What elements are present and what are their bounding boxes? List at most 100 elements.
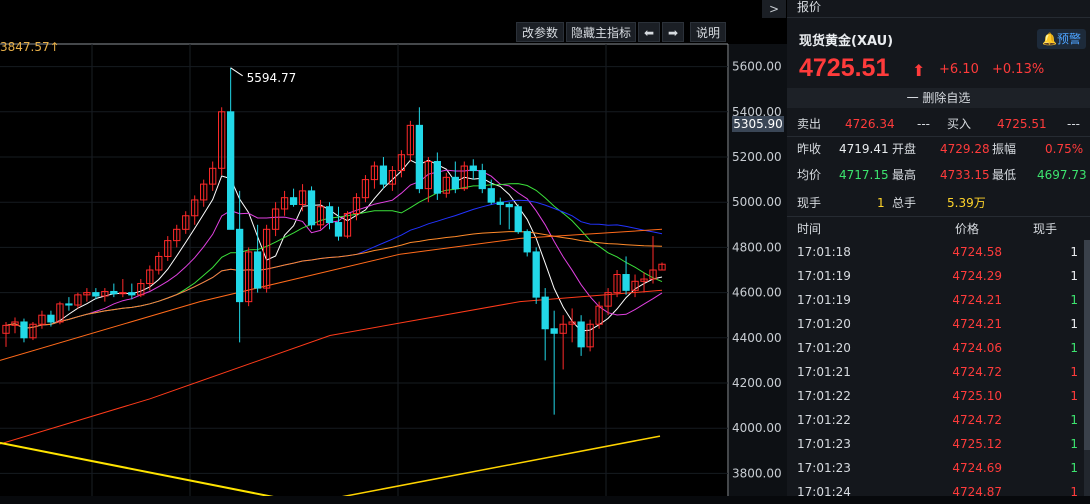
- candlestick-chart[interactable]: 5600.005400.005200.005000.004800.004600.…: [0, 0, 787, 496]
- last-price: 4725.51: [799, 54, 890, 82]
- low-label: 最低: [992, 168, 1017, 182]
- tick-row: 17:01:23 4724.69 1: [787, 456, 1082, 480]
- up-arrow-icon: ⬆: [912, 61, 926, 80]
- tick-time: 17:01:18: [797, 245, 851, 259]
- scrollbar[interactable]: [1084, 240, 1090, 496]
- chevron-right-icon[interactable]: >: [762, 0, 786, 18]
- tick-price: 4724.21: [952, 293, 1002, 307]
- candle-down: [415, 124, 424, 190]
- tick-row: 17:01:18 4724.58 1: [787, 240, 1082, 264]
- current-volume-value: 1: [877, 196, 885, 210]
- ma5-line: [5, 159, 663, 332]
- tick-price: 4724.72: [952, 365, 1002, 379]
- candle-down: [379, 165, 388, 185]
- avg-value: 4717.15: [839, 168, 889, 182]
- candle-down: [451, 176, 459, 190]
- divider: [787, 17, 1090, 18]
- yellow-long-line: [0, 441, 274, 496]
- tick-time: 17:01:19: [797, 293, 851, 307]
- tick-time: 17:01:24: [797, 485, 851, 499]
- tick-volume: 1: [1070, 413, 1078, 427]
- prev-close-label: 昨收: [797, 142, 822, 156]
- col-price: 价格: [955, 222, 980, 236]
- tick-volume: 1: [1070, 461, 1078, 475]
- candle-down: [227, 111, 235, 230]
- sell-label: 卖出: [797, 117, 822, 131]
- tick-row: 17:01:22 4724.72 1: [787, 408, 1082, 432]
- candle-down: [550, 328, 558, 334]
- candle-down: [334, 222, 343, 237]
- divider: [787, 216, 1090, 217]
- col-volume: 现手: [1033, 222, 1058, 236]
- right-arrow-icon[interactable]: ➡: [662, 22, 684, 42]
- tick-time: 17:01:19: [797, 269, 851, 283]
- candle-down: [128, 292, 136, 296]
- candle-down: [20, 321, 28, 339]
- ma20-line: [5, 183, 663, 329]
- tick-volume: 1: [1070, 317, 1078, 331]
- tick-row: 17:01:20 4724.06 1: [787, 336, 1082, 360]
- hide-indicator-button[interactable]: 隐藏主指标: [566, 22, 636, 42]
- tick-volume: 1: [1070, 389, 1078, 403]
- stats-row-2: 均价 4717.15 最高 4733.15 最低 4697.73: [787, 164, 1090, 186]
- ma10-line: [5, 169, 663, 329]
- candle-down: [47, 314, 55, 323]
- candle-down: [541, 296, 549, 330]
- tick-volume: 1: [1070, 365, 1078, 379]
- tick-time: 17:01:20: [797, 341, 851, 355]
- tick-price: 4725.12: [952, 437, 1002, 451]
- tick-volume: 1: [1070, 245, 1078, 259]
- y-tick-label: 5200.00: [732, 150, 782, 164]
- y-tick-label: 3800.00: [732, 466, 782, 480]
- chart-toolbar: 改参数 隐藏主指标 ⬅ ➡ 说明: [0, 20, 728, 42]
- alert-label: 预警: [1056, 32, 1081, 46]
- candle-down: [110, 290, 118, 295]
- chart-area[interactable]: 5600.00 5400.00 5200.00 5000.00 4800.00 4600.…: [0, 0, 787, 496]
- tick-time: 17:01:21: [797, 365, 851, 379]
- col-time: 时间: [797, 222, 822, 236]
- candle-down: [307, 190, 316, 226]
- tab-quote[interactable]: 报价: [797, 0, 821, 15]
- buy-extra: ---: [1067, 117, 1080, 131]
- bell-icon: 🔔: [1042, 32, 1057, 46]
- price-change-pct: +0.13%: [992, 62, 1045, 77]
- low-value: 4697.73: [1037, 168, 1087, 182]
- left-arrow-icon[interactable]: ⬅: [638, 22, 660, 42]
- candle-down: [622, 274, 630, 291]
- tick-row: 17:01:21 4724.72 1: [787, 360, 1082, 384]
- open-label: 开盘: [892, 142, 917, 156]
- candle-down: [487, 188, 495, 203]
- sell-extra: ---: [917, 117, 930, 131]
- candle-down: [253, 251, 262, 289]
- tick-price: 4725.10: [952, 389, 1002, 403]
- scroll-thumb[interactable]: [1084, 240, 1090, 450]
- tick-volume: 1: [1070, 341, 1078, 355]
- divider: [787, 136, 1090, 137]
- explain-button[interactable]: 说明: [690, 22, 726, 42]
- peak-pointer: [230, 67, 243, 77]
- sell-value: 4726.34: [845, 117, 895, 131]
- tick-volume: 1: [1070, 269, 1078, 283]
- current-price-tag: 5305.90: [732, 116, 784, 132]
- chart-low-label: 3847.57↑: [0, 40, 60, 54]
- total-volume-value: 5.39万: [947, 196, 986, 210]
- yellow-long-line-2: [341, 435, 661, 496]
- amplitude-label: 振幅: [992, 142, 1017, 156]
- price-change: +6.10: [939, 62, 979, 77]
- avg-label: 均价: [797, 168, 822, 182]
- tick-row: 17:01:22 4725.10 1: [787, 384, 1082, 408]
- quote-panel: 报价 现货黄金(XAU) 🔔预警 4725.51 ⬆ +6.10 +0.13% …: [787, 0, 1090, 499]
- modify-params-button[interactable]: 改参数: [516, 22, 564, 42]
- remove-favorite-button[interactable]: 一 删除自选: [787, 88, 1090, 108]
- open-value: 4729.28: [940, 142, 990, 156]
- alert-button[interactable]: 🔔预警: [1037, 29, 1086, 49]
- candle-down: [469, 165, 477, 172]
- prev-close-value: 4719.41: [839, 142, 889, 156]
- y-tick-label: 5000.00: [732, 195, 782, 209]
- tick-price: 4724.21: [952, 317, 1002, 331]
- ma80-line: [5, 231, 663, 329]
- high-label: 最高: [892, 168, 917, 182]
- tick-price: 4724.58: [952, 245, 1002, 259]
- tick-volume: 1: [1070, 437, 1078, 451]
- tick-volume: 1: [1070, 485, 1078, 499]
